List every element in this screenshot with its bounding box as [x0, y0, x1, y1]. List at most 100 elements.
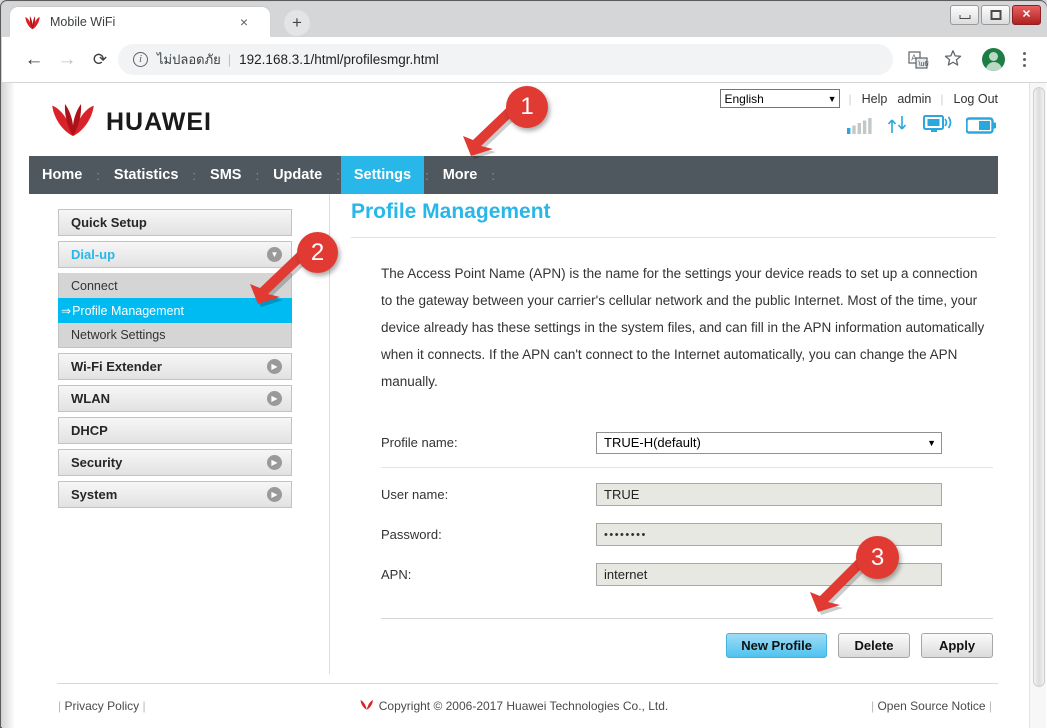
huawei-logo: HUAWEI	[49, 103, 234, 141]
signal-bars-icon	[847, 117, 873, 139]
language-value: English	[724, 91, 764, 106]
tab-strip: Mobile WiFi × + ✕	[2, 2, 1047, 37]
page-viewport: HUAWEI English ▼ | Help admin | Log Out	[2, 83, 1047, 728]
logout-link[interactable]: Log Out	[954, 92, 998, 106]
header-divider-2: |	[940, 91, 944, 106]
sidebar-label: Quick Setup	[71, 215, 147, 230]
description-text: The Access Point Name (APN) is the name …	[381, 266, 985, 389]
data-transfer-icon	[886, 115, 910, 139]
form-row-user-name: User name: TRUE	[381, 479, 993, 510]
privacy-policy-label: Privacy Policy	[64, 699, 140, 713]
apply-button[interactable]: Apply	[921, 633, 993, 658]
profile-form: Profile name: TRUE-H(default) ▼ User nam…	[381, 427, 993, 658]
page-footer: | Privacy Policy | Copyright © 2006-2017…	[29, 695, 998, 725]
browser-window: Mobile WiFi × + ✕ ← → ⟳ i ไม่ปลอดภัย | 1…	[0, 0, 1047, 728]
footer-divider	[57, 683, 998, 684]
new-profile-button[interactable]: New Profile	[726, 633, 827, 658]
chevron-right-icon: ▶	[267, 455, 282, 470]
wifi-clients-icon	[923, 115, 953, 139]
copyright-notice: Copyright © 2006-2017 Huawei Technologie…	[359, 699, 668, 713]
password-label: Password:	[381, 527, 442, 542]
sidebar-item-dhcp[interactable]: DHCP	[58, 417, 292, 444]
sidebar-label: Security	[71, 455, 123, 470]
sidebar-sub-label: Connect	[71, 278, 118, 293]
huawei-flower-icon	[24, 14, 41, 31]
pipe-right: |	[142, 699, 146, 713]
form-divider	[381, 467, 993, 468]
reload-button[interactable]: ⟳	[88, 48, 112, 72]
close-button[interactable]: ✕	[1012, 5, 1041, 25]
back-button[interactable]: ←	[22, 48, 46, 72]
nav-item-update[interactable]: Update	[260, 156, 335, 194]
admin-link[interactable]: admin	[897, 92, 931, 106]
nav-item-sms[interactable]: SMS	[197, 156, 254, 194]
huawei-small-logo-icon	[359, 699, 374, 713]
huawei-flower-logo-icon	[49, 103, 97, 142]
bookmark-star-icon[interactable]	[942, 49, 964, 71]
browser-tab[interactable]: Mobile WiFi ×	[10, 7, 270, 37]
address-bar[interactable]: i ไม่ปลอดภัย | 192.168.3.1/html/profiles…	[118, 44, 893, 75]
sidebar-item-system[interactable]: System ▶	[58, 481, 292, 508]
sidebar-label: System	[71, 487, 118, 502]
nav-item-statistics[interactable]: Statistics	[101, 156, 191, 194]
form-row-apn: APN: internet	[381, 559, 993, 590]
help-link[interactable]: Help	[862, 92, 888, 106]
open-source-link[interactable]: | Open Source Notice |	[871, 699, 992, 713]
annotation-badge-1: 1	[506, 86, 548, 128]
restore-button[interactable]	[981, 5, 1010, 25]
pipe-left: |	[871, 699, 875, 713]
sidebar-item-wlan[interactable]: WLAN ▶	[58, 385, 292, 412]
page-scrollbar[interactable]	[1029, 83, 1046, 728]
status-icons	[847, 115, 996, 139]
close-icon: ✕	[1021, 8, 1032, 21]
tab-title: Mobile WiFi	[50, 15, 116, 29]
header-divider: |	[848, 91, 852, 106]
form-buttons: New Profile Delete Apply	[381, 633, 993, 658]
nav-item-settings[interactable]: Settings	[340, 156, 425, 194]
profile-avatar[interactable]	[982, 48, 1005, 71]
annotation-badge-3: 3	[856, 536, 899, 579]
url-text: 192.168.3.1/html/profilesmgr.html	[239, 52, 439, 67]
omnibox-separator: |	[227, 52, 232, 67]
tab-close-icon[interactable]: ×	[236, 14, 252, 30]
sidebar-item-network-settings[interactable]: Network Settings	[58, 323, 292, 348]
translate-icon[interactable]: A \u6587	[907, 49, 940, 71]
sidebar-item-security[interactable]: Security ▶	[58, 449, 292, 476]
battery-icon	[965, 117, 996, 139]
language-select[interactable]: English ▼	[719, 89, 840, 108]
title-divider	[351, 237, 996, 238]
svg-text:\u6587: \u6587	[919, 61, 930, 68]
sidebar-item-wifi-extender[interactable]: Wi-Fi Extender ▶	[58, 353, 292, 380]
delete-button[interactable]: Delete	[838, 633, 910, 658]
brand-name: HUAWEI	[106, 107, 212, 136]
open-source-label: Open Source Notice	[877, 699, 986, 713]
sidebar-label: DHCP	[71, 423, 108, 438]
user-name-input[interactable]: TRUE	[596, 483, 942, 506]
pipe-right: |	[988, 699, 992, 713]
copyright-text: Copyright © 2006-2017 Huawei Technologie…	[378, 699, 669, 713]
new-tab-button[interactable]: +	[284, 10, 310, 36]
sidebar-item-quick-setup[interactable]: Quick Setup	[58, 209, 292, 236]
privacy-policy-link[interactable]: | Privacy Policy |	[58, 699, 146, 713]
sidebar-sub-label: Network Settings	[71, 328, 166, 342]
router-page: HUAWEI English ▼ | Help admin | Log Out	[2, 83, 1028, 728]
nav-divider: :	[491, 167, 495, 183]
scrollbar-thumb[interactable]	[1033, 87, 1045, 687]
form-row-password: Password: ••••••••	[381, 519, 993, 550]
sidebar-label: WLAN	[71, 391, 110, 406]
kebab-menu-icon[interactable]	[1015, 48, 1033, 71]
profile-name-select[interactable]: TRUE-H(default) ▼	[596, 431, 942, 454]
chevron-down-icon: ▼	[827, 93, 837, 104]
forward-button[interactable]: →	[55, 48, 79, 72]
nav-item-home[interactable]: Home	[29, 156, 95, 194]
button-divider	[381, 618, 993, 619]
site-info-icon[interactable]: i	[133, 52, 148, 67]
pipe-left: |	[58, 699, 62, 713]
profile-name-label: Profile name:	[381, 435, 458, 450]
chevron-right-icon: ▶	[267, 487, 282, 502]
chevron-right-icon: ▶	[267, 359, 282, 374]
window-controls: ✕	[948, 5, 1041, 25]
nav-item-more[interactable]: More	[430, 156, 491, 194]
minimize-button[interactable]	[950, 5, 979, 25]
form-row-profile-name: Profile name: TRUE-H(default) ▼	[381, 427, 993, 458]
